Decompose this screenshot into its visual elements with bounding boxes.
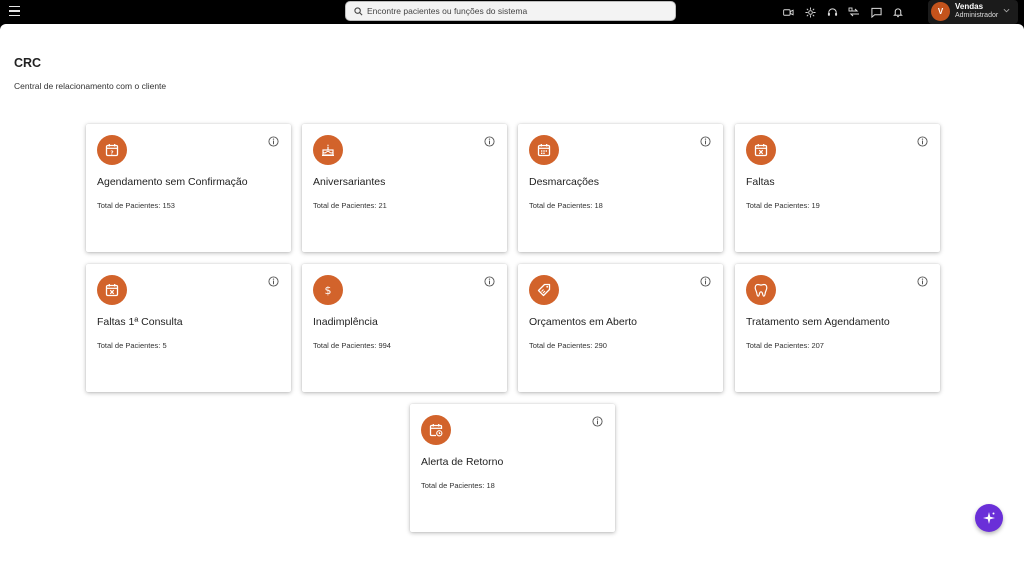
card-title: Agendamento sem Confirmação [97,176,248,188]
info-icon[interactable] [700,276,711,287]
page-subtitle: Central de relacionamento com o cliente [14,81,167,91]
toolbar-icons [780,4,906,20]
info-icon[interactable] [268,276,279,287]
card-title: Faltas [746,176,775,188]
card-total: Total de Pacientes: 994 [313,341,391,350]
cake-icon [313,135,343,165]
card-title: Faltas 1ª Consulta [97,316,183,328]
info-icon[interactable] [484,276,495,287]
card-total: Total de Pacientes: 5 [97,341,167,350]
calendar-question-icon: ? [97,135,127,165]
avatar: V [931,2,950,21]
calendar-clock-icon [421,415,451,445]
user-name: Vendas [955,2,984,11]
sync-icon[interactable] [846,4,862,20]
menu-icon[interactable] [9,6,20,17]
card-total: Total de Pacientes: 18 [529,201,603,210]
card-total: Total de Pacientes: 153 [97,201,175,210]
chevron-down-icon [1003,8,1010,13]
card-total: Total de Pacientes: 19 [746,201,820,210]
card-agendamento-sem-confirmacao[interactable]: ? Agendamento sem Confirmação Total de P… [86,124,291,252]
card-faltas-1a-consulta[interactable]: Faltas 1ª Consulta Total de Pacientes: 5 [86,264,291,392]
card-inadimplencia[interactable]: $ Inadimplência Total de Pacientes: 994 [302,264,507,392]
search-placeholder: Encontre pacientes ou funções do sistema [367,6,528,16]
search-icon [354,7,363,16]
bell-icon[interactable] [890,4,906,20]
sparkle-icon[interactable] [802,4,818,20]
svg-text:$: $ [325,284,332,297]
headset-icon[interactable] [824,4,840,20]
page-title: CRC [14,56,42,70]
card-aniversariantes[interactable]: Aniversariantes Total de Pacientes: 21 [302,124,507,252]
ai-assistant-button[interactable] [975,504,1003,532]
card-title: Desmarcações [529,176,600,188]
calendar-icon [529,135,559,165]
info-icon[interactable] [484,136,495,147]
info-icon[interactable] [917,136,928,147]
calendar-x-icon [97,275,127,305]
card-total: Total de Pacientes: 290 [529,341,607,350]
card-faltas[interactable]: Faltas Total de Pacientes: 19 [735,124,940,252]
top-bar: Encontre pacientes ou funções do sistema… [0,0,1024,24]
card-alerta-de-retorno[interactable]: Alerta de Retorno Total de Pacientes: 18 [410,404,615,532]
sparkle-icon [983,512,995,524]
card-title: Aniversariantes [313,176,386,188]
card-orcamentos-em-aberto[interactable]: Orçamentos em Aberto Total de Pacientes:… [518,264,723,392]
main-content: CRC Central de relacionamento com o clie… [0,24,1024,570]
card-title: Orçamentos em Aberto [529,316,637,328]
card-title: Tratamento sem Agendamento [746,316,890,328]
card-tratamento-sem-agendamento[interactable]: Tratamento sem Agendamento Total de Paci… [735,264,940,392]
calendar-x-icon [746,135,776,165]
dollar-icon: $ [313,275,343,305]
info-icon[interactable] [700,136,711,147]
card-title: Inadimplência [313,316,378,328]
info-icon[interactable] [592,416,603,427]
card-desmarcacoes[interactable]: Desmarcações Total de Pacientes: 18 [518,124,723,252]
card-total: Total de Pacientes: 207 [746,341,824,350]
card-total: Total de Pacientes: 21 [313,201,387,210]
tag-icon [529,275,559,305]
info-icon[interactable] [268,136,279,147]
svg-text:?: ? [110,150,113,156]
user-role: Administrador [955,12,999,19]
user-menu[interactable]: V Vendas Administrador [928,0,1018,24]
search-input[interactable]: Encontre pacientes ou funções do sistema [345,1,676,21]
chat-icon[interactable] [868,4,884,20]
tooth-icon [746,275,776,305]
card-title: Alerta de Retorno [421,456,504,468]
card-total: Total de Pacientes: 18 [421,481,495,490]
info-icon[interactable] [917,276,928,287]
video-icon[interactable] [780,4,796,20]
